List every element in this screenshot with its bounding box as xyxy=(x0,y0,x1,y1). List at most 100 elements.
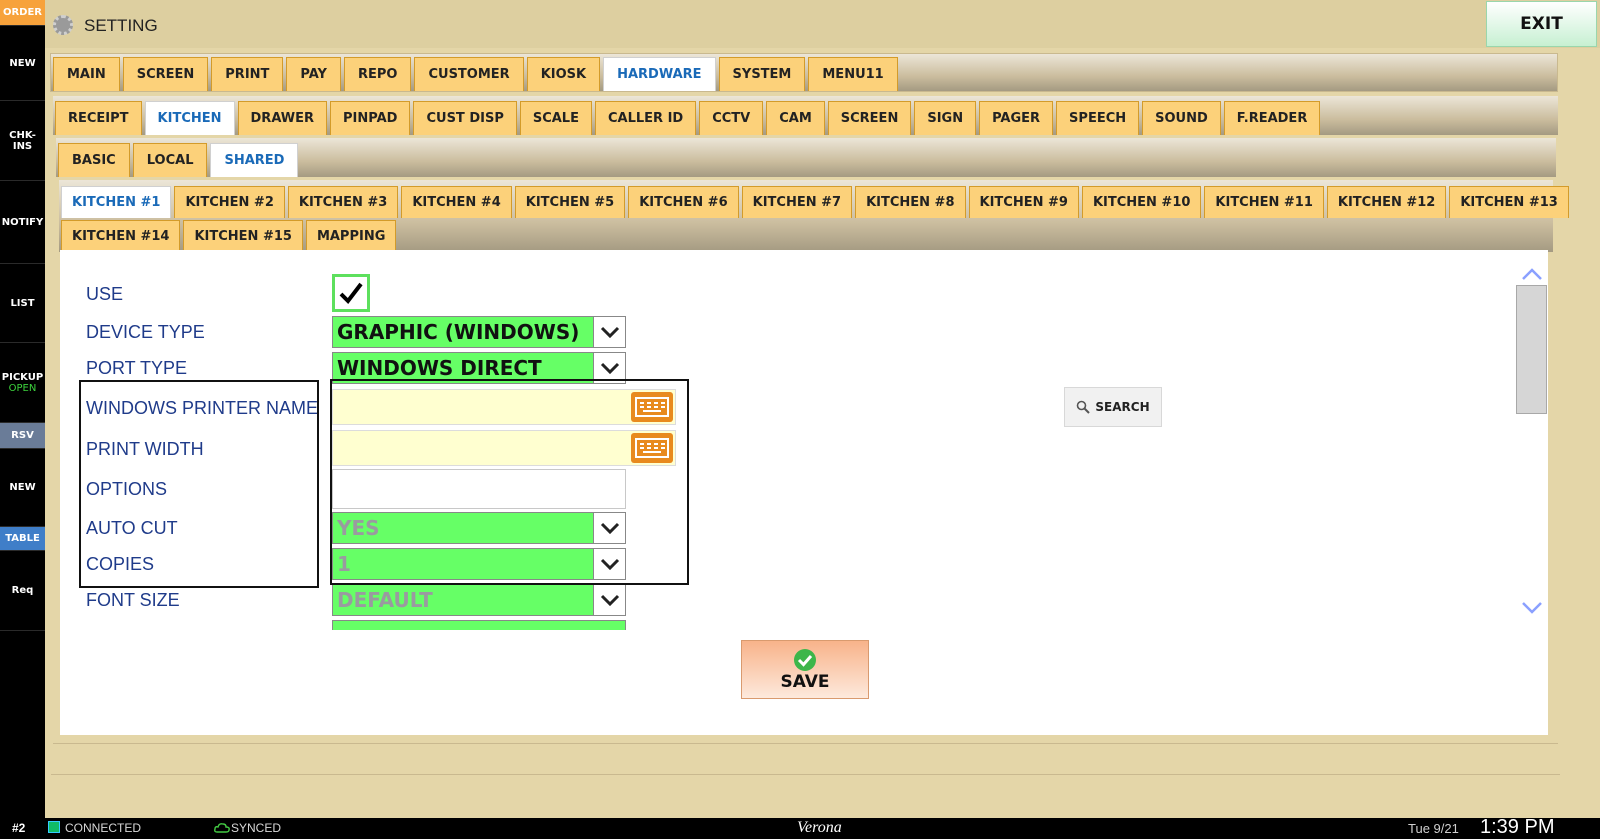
left-nav-label: CHK-INS xyxy=(9,129,36,152)
left-nav-item[interactable]: ORDER xyxy=(0,0,45,26)
store-name: Verona xyxy=(797,819,842,836)
scrollbar-thumb[interactable] xyxy=(1516,285,1547,414)
font-size-value: DEFAULT xyxy=(337,588,433,612)
kitchen-tabs: BASIC LOCAL SHARED xyxy=(56,138,1556,177)
left-nav-item[interactable]: TABLE xyxy=(0,527,45,551)
tab-shared[interactable]: SHARED xyxy=(210,143,299,177)
left-nav-label: NEW xyxy=(9,482,36,493)
scroll-up-icon[interactable] xyxy=(1520,266,1544,282)
left-nav: ORDER NEW CHK-INS NOTIFY LIST PICKUP OPEN RSV NE… xyxy=(0,0,45,818)
search-button[interactable]: SEARCH xyxy=(1064,387,1162,427)
device-type-dropdown[interactable]: GRAPHIC (WINDOWS) xyxy=(332,316,626,348)
left-nav-label: TABLE xyxy=(5,533,40,544)
cloud-icon xyxy=(214,823,230,833)
tab-kitchen[interactable]: KITCHEN xyxy=(144,101,235,135)
highlight-box-labels xyxy=(79,380,319,588)
divider xyxy=(51,774,1560,775)
tab-menu11[interactable]: MENU11 xyxy=(808,57,898,91)
highlight-box-fields xyxy=(330,379,689,585)
station-number: #2 xyxy=(12,821,26,835)
printer-tabs-row2: KITCHEN #14 KITCHEN #15 MAPPING xyxy=(59,214,1553,252)
left-nav-item[interactable]: RSV xyxy=(0,423,45,449)
save-label: SAVE xyxy=(780,671,830,692)
tab-kitchen-14[interactable]: KITCHEN #14 xyxy=(61,220,181,252)
sync-status: SYNCED xyxy=(231,821,282,835)
left-nav-item[interactable]: CHK-INS xyxy=(0,101,45,181)
chevron-down-icon xyxy=(593,585,625,615)
tab-scale[interactable]: SCALE xyxy=(519,101,592,135)
connected-icon xyxy=(48,821,60,833)
tab-kiosk[interactable]: KIOSK xyxy=(526,57,601,91)
tab-speech[interactable]: SPEECH xyxy=(1056,101,1140,135)
tab-receipt[interactable]: RECEIPT xyxy=(55,101,142,135)
tab-screen[interactable]: SCREEN xyxy=(827,101,912,135)
tab-pinpad[interactable]: PINPAD xyxy=(330,101,411,135)
left-nav-label: RSV xyxy=(11,430,34,441)
tab-print[interactable]: PRINT xyxy=(211,57,284,91)
search-icon xyxy=(1077,400,1091,414)
divider xyxy=(53,743,1558,744)
checkmark-icon xyxy=(339,282,363,305)
tab-hardware[interactable]: HARDWARE xyxy=(603,57,716,91)
left-nav-sublabel: OPEN xyxy=(8,382,37,394)
tab-f-reader[interactable]: F.READER xyxy=(1223,101,1321,135)
left-nav-item[interactable]: Req xyxy=(0,551,45,631)
tab-cam[interactable]: CAM xyxy=(766,101,825,135)
connection-status: CONNECTED xyxy=(65,821,142,835)
tab-drawer[interactable]: DRAWER xyxy=(237,101,328,135)
tab-caller-id[interactable]: CALLER ID xyxy=(594,101,697,135)
main-tabs: MAIN SCREEN PRINT PAY REPO CUSTOMER KIOSK HARDW… xyxy=(50,53,1558,92)
printer-tabs-row1: KITCHEN #1 KITCHEN #2 KITCHEN #3 KITCHEN #4… xyxy=(59,180,1569,218)
status-bar: #2 CONNECTED SYNCED Verona Tue 9/21 1:39… xyxy=(0,816,1600,838)
device-type-value: GRAPHIC (WINDOWS) xyxy=(337,320,580,344)
title-bar: SETTING EXIT xyxy=(45,0,1600,48)
tab-basic[interactable]: BASIC xyxy=(58,143,130,177)
tab-screen[interactable]: SCREEN xyxy=(122,57,209,91)
left-nav-label: NOTIFY xyxy=(1,216,44,228)
left-nav-item[interactable]: NEW xyxy=(0,26,45,101)
chevron-down-icon xyxy=(593,317,625,347)
page-title: SETTING xyxy=(84,16,158,35)
hardware-tabs: RECEIPT KITCHEN DRAWER PINPAD CUST DISP SCALE… xyxy=(53,96,1558,135)
left-nav-label: ORDER xyxy=(2,7,43,18)
tab-pay[interactable]: PAY xyxy=(286,57,341,91)
tab-cctv[interactable]: CCTV xyxy=(699,101,764,135)
tab-repo[interactable]: REPO xyxy=(343,57,412,91)
check-circle-icon xyxy=(794,648,816,671)
search-label: SEARCH xyxy=(1095,400,1150,414)
left-nav-label: LIST xyxy=(10,297,35,309)
left-nav-item[interactable]: NOTIFY xyxy=(0,181,45,264)
left-nav-item[interactable]: NEW xyxy=(0,449,45,527)
device-type-label: DEVICE TYPE xyxy=(86,322,205,342)
next-dropdown-partial xyxy=(332,620,626,630)
settings-window: SETTING EXIT MAIN SCREEN PRINT PAY REPO CUSTO… xyxy=(45,0,1600,818)
font-size-dropdown[interactable]: DEFAULT xyxy=(332,584,626,616)
list-clip xyxy=(60,630,1510,632)
exit-button[interactable]: EXIT xyxy=(1486,1,1597,47)
clock: 1:39 PM xyxy=(1480,816,1555,838)
gear-icon xyxy=(53,15,73,35)
tab-pager[interactable]: PAGER xyxy=(979,101,1054,135)
tab-local[interactable]: LOCAL xyxy=(132,143,208,177)
port-type-value: WINDOWS DIRECT xyxy=(337,356,542,380)
save-button[interactable]: SAVE xyxy=(741,640,869,699)
left-nav-item[interactable]: LIST xyxy=(0,264,45,343)
tab-sign[interactable]: SIGN xyxy=(914,101,977,135)
port-type-label: PORT TYPE xyxy=(86,358,188,378)
left-nav-label: Req xyxy=(11,585,34,596)
tab-cust-disp[interactable]: CUST DISP xyxy=(413,101,517,135)
left-nav-label: NEW xyxy=(9,57,36,69)
font-size-label: FONT SIZE xyxy=(86,590,180,610)
left-nav-item[interactable]: PICKUP OPEN xyxy=(0,343,45,423)
scroll-down-icon[interactable] xyxy=(1520,600,1544,616)
left-nav-label: PICKUP xyxy=(1,371,44,383)
tab-main[interactable]: MAIN xyxy=(53,57,120,91)
tab-customer[interactable]: CUSTOMER xyxy=(414,57,524,91)
tab-sound[interactable]: SOUND xyxy=(1142,101,1221,135)
tab-system[interactable]: SYSTEM xyxy=(718,57,806,91)
tab-kitchen-15[interactable]: KITCHEN #15 xyxy=(183,220,303,252)
tab-mapping[interactable]: MAPPING xyxy=(305,220,397,252)
use-checkbox[interactable] xyxy=(332,274,370,312)
use-label: USE xyxy=(86,284,124,304)
printer-settings-panel: USE DEVICE TYPE GRAPHIC (WINDOWS) PORT T… xyxy=(60,250,1548,735)
